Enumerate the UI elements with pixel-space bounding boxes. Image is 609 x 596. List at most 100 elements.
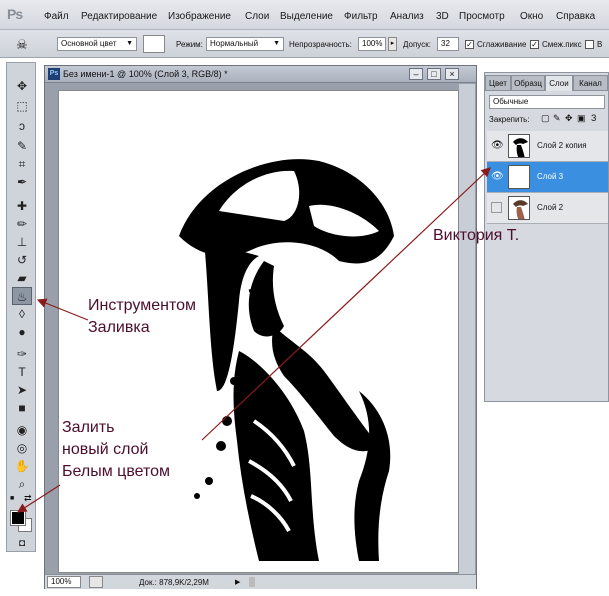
maximize-button[interactable]: □ (427, 68, 441, 80)
lock-transparent-icon[interactable]: ▢ (541, 113, 550, 124)
opacity-input[interactable]: 100% (358, 37, 386, 51)
portrait-thumbnail-color (513, 200, 528, 219)
layer-name: Слой 2 (537, 203, 564, 212)
document-size: Док.: 878,9K/2,29M (139, 578, 209, 587)
annotation-fill-line1: Залить (62, 419, 115, 436)
crop-tool-icon[interactable]: ⌗ (12, 155, 32, 173)
tab-swatches[interactable]: Образц (511, 75, 545, 91)
annotation-tool-line1: Инструментом (88, 297, 196, 314)
brush-tool-icon[interactable]: ✏ (12, 215, 32, 233)
menu-3d[interactable]: 3D (436, 11, 449, 22)
document-status-bar: 100% Док.: 878,9K/2,29M ▶ (45, 574, 476, 589)
menu-window[interactable]: Окно (520, 11, 543, 22)
status-menu-icon[interactable] (89, 576, 103, 588)
annotation-tool-line2: Заливка (88, 319, 150, 336)
visibility-toggle[interactable] (491, 202, 502, 213)
vertical-scrollbar[interactable] (459, 84, 475, 574)
fill-source-value: Основной цвет (61, 39, 117, 48)
annotation-fill-line2: новый слой (62, 441, 149, 458)
chevron-down-icon: ▼ (126, 40, 133, 47)
blur-tool-icon[interactable]: ◊ (12, 305, 32, 323)
close-button[interactable]: × (445, 68, 459, 80)
opacity-label: Непрозрачность: (289, 40, 352, 49)
menu-edit[interactable]: Редактирование (81, 11, 157, 22)
document-icon: Ps (48, 68, 60, 80)
eye-icon[interactable]: 👁 (491, 140, 504, 152)
marquee-tool-icon[interactable]: ⬚ (12, 97, 32, 115)
dodge-tool-icon[interactable]: ● (12, 323, 32, 341)
eye-icon[interactable]: 👁 (491, 171, 504, 183)
history-brush-tool-icon[interactable]: ↺ (12, 251, 32, 269)
quick-select-tool-icon[interactable]: ✎ (12, 137, 32, 155)
horizontal-scrollbar-left[interactable] (249, 577, 255, 587)
tools-panel: ✥ ⬚ ↄ ✎ ⌗ ✒ ✚ ✏ ⊥ ↺ ▰ ♨ ◊ ● ✑ T ➤ ■ ◉ ◎ … (6, 62, 36, 552)
blend-mode-value: Обычные (493, 97, 529, 106)
menu-help[interactable]: Справка (556, 11, 595, 22)
mode-label: Режим: (176, 40, 203, 49)
minimize-button[interactable]: – (409, 68, 423, 80)
paint-bucket-icon[interactable]: ☠ (16, 37, 38, 53)
fill-label-icon: З (591, 113, 597, 123)
layer-row[interactable]: 👁 Слой 2 копия (487, 131, 608, 162)
opacity-slider-button[interactable]: ▸ (388, 37, 397, 51)
status-arrow-icon[interactable]: ▶ (235, 578, 240, 586)
clone-stamp-tool-icon[interactable]: ⊥ (12, 233, 32, 251)
mode-select[interactable]: Нормальный ▼ (206, 37, 284, 51)
lasso-tool-icon[interactable]: ↄ (12, 117, 32, 135)
layer-name: Слой 3 (537, 172, 564, 181)
menu-select[interactable]: Выделение (280, 11, 333, 22)
menu-bar: Ps Файл Редактирование Изображение Слои … (0, 0, 609, 30)
menu-image[interactable]: Изображение (168, 11, 231, 22)
antialias-checkbox[interactable]: ✓ (465, 40, 474, 49)
zoom-tool-icon[interactable]: ⌕ (12, 475, 32, 493)
all-layers-checkbox[interactable] (585, 40, 594, 49)
menu-filter[interactable]: Фильтр (344, 11, 378, 22)
tab-layers[interactable]: Слои (545, 75, 573, 91)
layer-row[interactable]: Слой 2 (487, 193, 608, 224)
mode-value: Нормальный (210, 39, 259, 48)
fill-source-select[interactable]: Основной цвет ▼ (57, 37, 137, 51)
layer-thumbnail (508, 134, 530, 158)
paint-bucket-tool-icon[interactable]: ♨ (12, 287, 32, 305)
lock-icon[interactable]: ▣ (577, 113, 586, 124)
menu-layers[interactable]: Слои (245, 11, 269, 22)
pen-tool-icon[interactable]: ✑ (12, 345, 32, 363)
layer-name: Слой 2 копия (537, 141, 587, 150)
tolerance-label: Допуск: (403, 40, 431, 49)
3d-rotate-tool-icon[interactable]: ◉ (12, 421, 32, 439)
tab-color[interactable]: Цвет (485, 75, 511, 91)
document-titlebar: Ps Без имени-1 @ 100% (Слой 3, RGB/8) * … (45, 66, 476, 83)
tolerance-input[interactable]: 32 (437, 37, 459, 51)
default-colors-icon[interactable]: ■ (10, 495, 18, 503)
annotation-fill-line3: Белым цветом (62, 463, 171, 480)
contiguous-label: Смеж.пикс (542, 40, 582, 49)
portrait-thumbnail (513, 138, 528, 157)
menu-file[interactable]: Файл (44, 11, 69, 22)
healing-brush-tool-icon[interactable]: ✚ (12, 197, 32, 215)
3d-orbit-tool-icon[interactable]: ◎ (12, 439, 32, 457)
type-tool-icon[interactable]: T (12, 363, 32, 381)
eraser-tool-icon[interactable]: ▰ (12, 269, 32, 287)
document-title: Без имени-1 @ 100% (Слой 3, RGB/8) * (63, 69, 228, 79)
foreground-color-swatch[interactable] (10, 510, 26, 526)
pattern-swatch[interactable] (143, 35, 165, 53)
hand-tool-icon[interactable]: ✋ (12, 457, 32, 475)
chevron-down-icon: ▼ (273, 40, 280, 47)
menu-view[interactable]: Просмотр (459, 11, 505, 22)
move-tool-icon[interactable]: ✥ (12, 77, 32, 95)
quick-mask-icon[interactable]: ◘ (12, 535, 32, 553)
shape-tool-icon[interactable]: ■ (12, 399, 32, 417)
layer-row-selected[interactable]: 👁 Слой 3 (487, 162, 608, 193)
tab-channels[interactable]: Канал (573, 75, 608, 91)
lock-brush-icon[interactable]: ✎ (553, 113, 561, 124)
lock-move-icon[interactable]: ✥ (565, 113, 573, 124)
layer-thumbnail (508, 165, 530, 189)
menu-analysis[interactable]: Анализ (390, 11, 424, 22)
layer-thumbnail (508, 196, 530, 220)
path-select-tool-icon[interactable]: ➤ (12, 381, 32, 399)
eyedropper-tool-icon[interactable]: ✒ (12, 173, 32, 191)
contiguous-checkbox[interactable]: ✓ (530, 40, 539, 49)
blend-mode-select[interactable]: Обычные (489, 95, 605, 109)
zoom-field[interactable]: 100% (47, 576, 81, 588)
swap-colors-icon[interactable]: ⇄ (24, 493, 34, 503)
